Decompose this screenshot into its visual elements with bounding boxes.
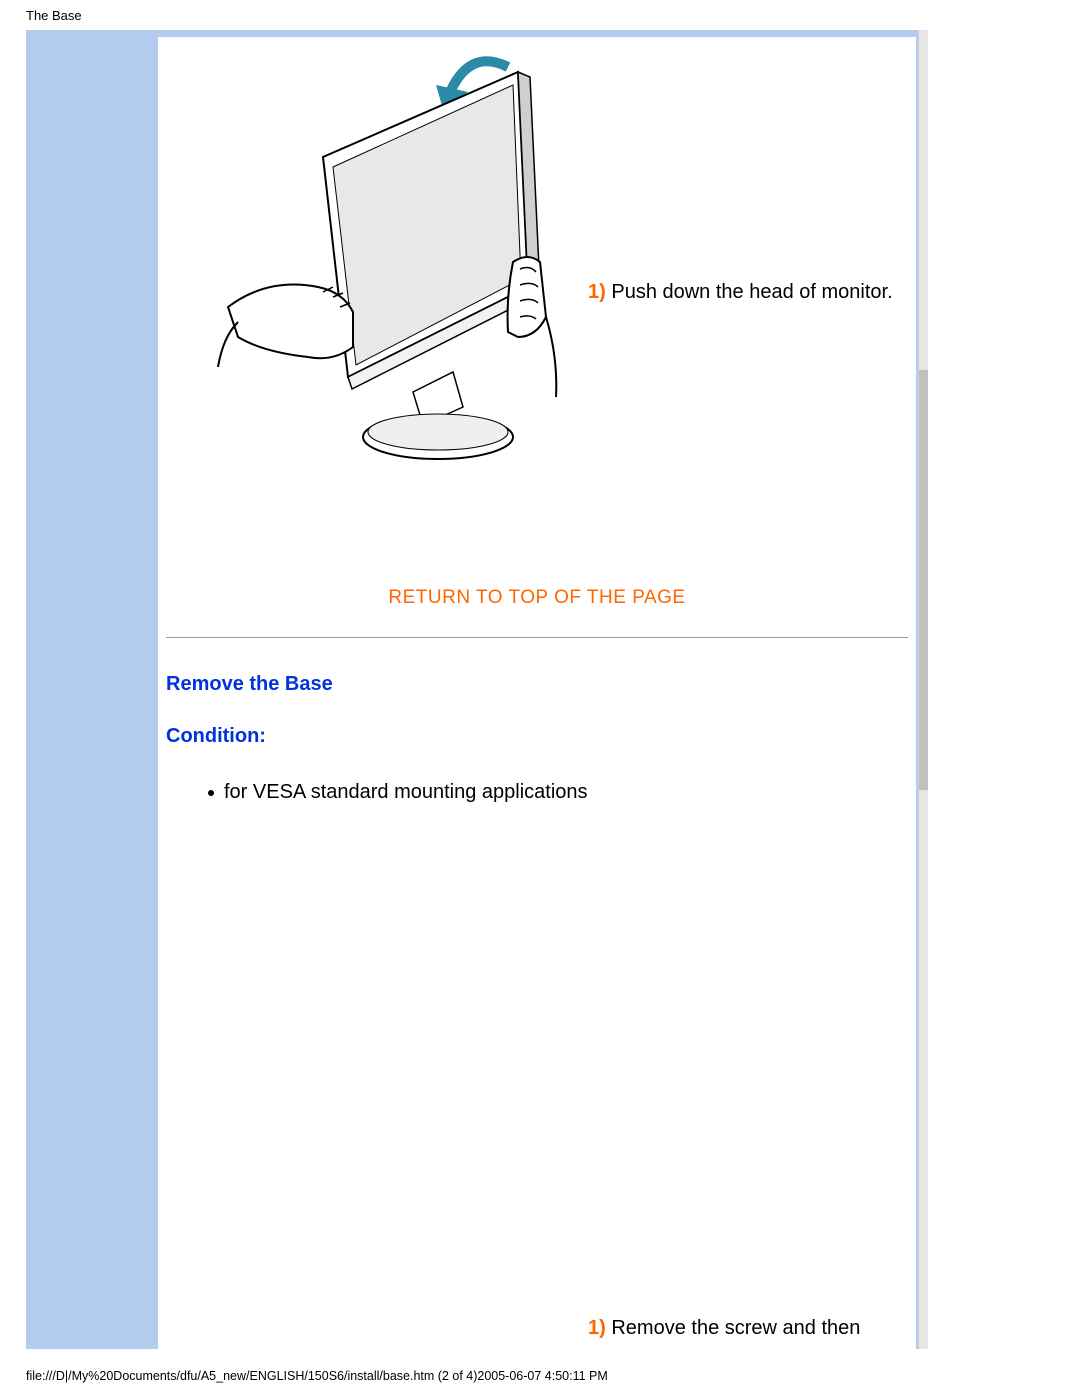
vertical-scrollbar[interactable] <box>918 30 928 1349</box>
step-1-number: 1) <box>588 281 606 303</box>
section-title-remove-base: Remove the Base <box>166 673 333 696</box>
condition-bullet-text: for VESA standard mounting applications <box>224 781 588 804</box>
page-header-title: The Base <box>26 8 82 23</box>
step-1b-number: 1) <box>588 1317 606 1339</box>
section-divider <box>166 637 908 638</box>
condition-bullet-row: for VESA standard mounting applications <box>208 781 588 804</box>
monitor-push-down-illustration <box>168 37 568 497</box>
step-1b-text: Remove the screw and then <box>606 1317 861 1339</box>
condition-label: Condition: <box>166 725 266 748</box>
content-frame-border: 1) Push down the head of monitor. RETURN… <box>26 30 922 1349</box>
footer-file-path: file:///D|/My%20Documents/dfu/A5_new/ENG… <box>26 1369 608 1383</box>
return-to-top-link[interactable]: RETURN TO TOP OF THE PAGE <box>158 587 916 609</box>
step-1-instruction: 1) Push down the head of monitor. <box>588 281 893 304</box>
bullet-icon <box>208 790 214 796</box>
content-frame: 1) Push down the head of monitor. RETURN… <box>158 37 916 1349</box>
scrollbar-thumb[interactable] <box>919 370 928 790</box>
step-1b-instruction: 1) Remove the screw and then <box>588 1317 860 1340</box>
step-1-text: Push down the head of monitor. <box>606 281 893 303</box>
